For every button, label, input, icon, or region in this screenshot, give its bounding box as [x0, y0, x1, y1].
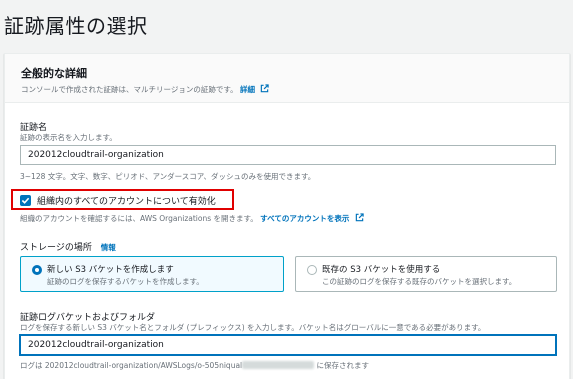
org-checkbox[interactable]: [20, 195, 31, 206]
checkmark-icon: [21, 197, 30, 204]
radio-new-bucket[interactable]: [32, 265, 42, 275]
org-hint-text: 組織のアカウントを確認するには、AWS Organizations を開きます。: [20, 214, 258, 223]
trail-name-hint: 証跡の表示名を入力します。: [20, 133, 117, 142]
radio-existing-bucket[interactable]: [307, 265, 317, 275]
org-checkbox-label[interactable]: 組織内のすべてのアカウントについて有効化: [37, 194, 216, 207]
option-desc: 証跡のログを保存するバケットを作成します。: [47, 277, 204, 286]
panel-description-text: コンソールで作成された証跡は、マルチリージョンの証跡です。: [21, 85, 238, 94]
bucket-path-note: ログは 202012cloudtrail-organization/AWSLog…: [20, 360, 369, 371]
storage-label: ストレージの場所 情報: [20, 240, 116, 253]
panel-header: 全般的な詳細 コンソールで作成された証跡は、マルチリージョンの証跡です。 詳細: [5, 54, 569, 103]
view-all-accounts-link[interactable]: すべてのアカウントを表示: [260, 214, 349, 223]
page-title: 証跡属性の選択: [4, 14, 148, 38]
external-link-icon[interactable]: [355, 213, 364, 222]
storage-info-link[interactable]: 情報: [101, 243, 116, 252]
bucket-path-suffix: に保存されます: [316, 361, 370, 370]
details-link[interactable]: 詳細: [240, 85, 255, 94]
trail-name-input[interactable]: 202012cloudtrail-organization: [20, 145, 556, 165]
bucket-path-prefix: ログは 202012cloudtrail-organization/AWSLog…: [20, 361, 243, 370]
storage-option-new-bucket[interactable]: 新しい S3 バケットを作成します 証跡のログを保存するバケットを作成します。: [20, 256, 284, 292]
option-title: 既存の S3 バケットを使用する: [322, 265, 441, 275]
bucket-hint: ログを保存する新しい S3 バケット名とフォルダ (プレフィックス) を入力しま…: [20, 323, 486, 332]
panel-title: 全般的な詳細: [21, 67, 87, 80]
org-hint: 組織のアカウントを確認するには、AWS Organizations を開きます。…: [20, 213, 364, 224]
storage-option-existing-bucket[interactable]: 既存の S3 バケットを使用する この証跡のログを保存する既存のバケットを選択し…: [295, 256, 557, 292]
panel-description: コンソールで作成された証跡は、マルチリージョンの証跡です。 詳細: [21, 84, 270, 95]
trail-name-constraint: 3~128 文字。文字、数字、ピリオド、アンダースコア、ダッシュのみを使用できま…: [20, 172, 316, 181]
redacted-account-id: [242, 361, 315, 369]
option-desc: この証跡のログを保存する既存のバケットを選択します。: [322, 277, 517, 286]
external-link-icon[interactable]: [260, 84, 270, 93]
bucket-input[interactable]: 202012cloudtrail-organization: [20, 335, 556, 355]
option-title: 新しい S3 バケットを作成します: [47, 265, 174, 275]
storage-label-text: ストレージの場所: [20, 243, 92, 253]
